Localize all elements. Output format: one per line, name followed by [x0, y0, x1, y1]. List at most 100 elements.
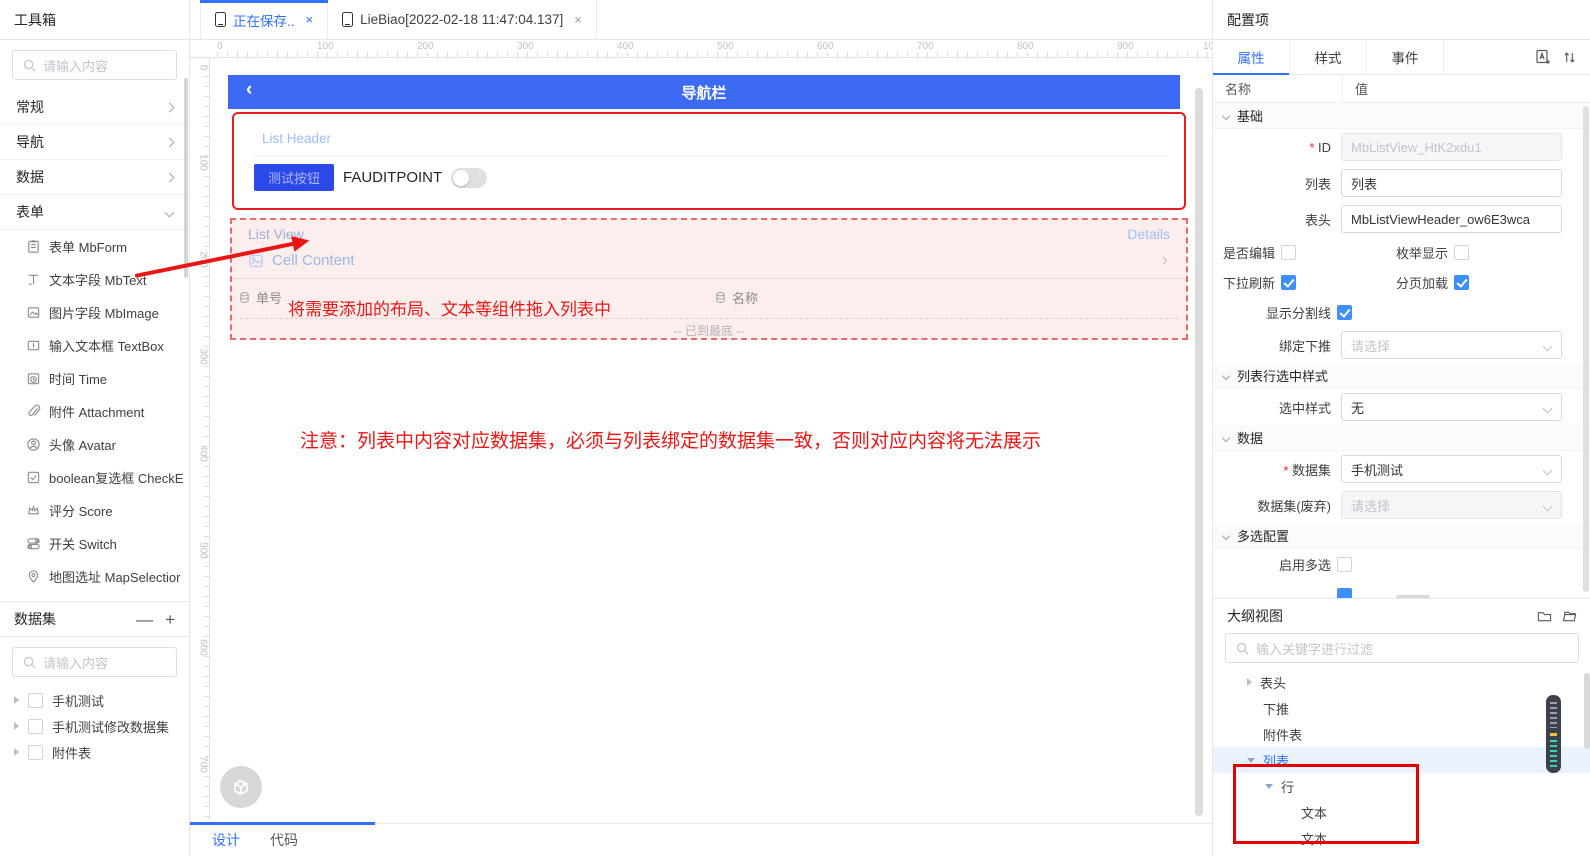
- outline-node-attachment-table[interactable]: 附件表: [1213, 721, 1590, 747]
- collapse-datasets-button[interactable]: —: [136, 611, 153, 628]
- enable-multi-checkbox[interactable]: [1337, 557, 1352, 572]
- toolbox-group-navigation[interactable]: 导航: [0, 125, 189, 160]
- add-dataset-button[interactable]: +: [165, 611, 175, 628]
- outline-node-row[interactable]: 行: [1213, 773, 1590, 799]
- tab-events[interactable]: 事件: [1367, 40, 1444, 74]
- editor-tab-saving[interactable]: 正在保存.. ×: [200, 0, 328, 39]
- tool-item-time[interactable]: 时间 Time: [0, 362, 189, 395]
- collapsed-caret-icon[interactable]: [1247, 678, 1252, 686]
- design-canvas-area: 正在保存.. × LieBiao[2022-02-18 11:47:04.137…: [190, 0, 1212, 856]
- widget-fab-button[interactable]: [220, 766, 262, 808]
- image-field-icon: [26, 305, 41, 320]
- database-icon: [238, 291, 251, 304]
- tab-styles[interactable]: 样式: [1290, 40, 1367, 74]
- datasets-search-input[interactable]: 请输入内容: [12, 647, 177, 677]
- id-input[interactable]: MbListView_HtK2xdu1: [1341, 133, 1562, 161]
- expand-caret-icon[interactable]: [14, 748, 19, 756]
- datasets-header: 数据集 — +: [0, 601, 189, 637]
- dataset-item[interactable]: 手机测试修改数据集: [0, 713, 189, 739]
- property-row-edit-enum: 是否编辑 枚举显示: [1213, 237, 1590, 267]
- property-row-list: 列表 列表: [1213, 165, 1590, 201]
- tool-item-mbform[interactable]: 表单 MbForm: [0, 230, 189, 263]
- section-basic[interactable]: 基础: [1213, 103, 1590, 129]
- list-header-selection-box[interactable]: List Header 测试按钮 FAUDITPOINT: [232, 112, 1186, 210]
- outline-node-pushdown[interactable]: 下推: [1213, 695, 1590, 721]
- search-icon: [23, 59, 36, 72]
- tool-item-mbimage[interactable]: 图片字段 MbImage: [0, 296, 189, 329]
- expanded-caret-icon[interactable]: [1247, 758, 1255, 763]
- list-view-region[interactable]: List View Details Cell Content › 单号 名称 -…: [230, 218, 1188, 340]
- pull-refresh-checkbox[interactable]: [1281, 275, 1296, 290]
- property-row-refresh-page: 下拉刷新 分页加载: [1213, 267, 1590, 297]
- outline-filter-input[interactable]: 输入关键字进行过滤: [1225, 633, 1579, 663]
- dataset-select[interactable]: 手机测试: [1341, 455, 1562, 483]
- outline-node-header[interactable]: 表头: [1213, 669, 1590, 695]
- header-id-input[interactable]: MbListViewHeader_ow6E3wca: [1341, 205, 1562, 233]
- dataset-item[interactable]: 附件表: [0, 739, 189, 765]
- show-divider-checkbox[interactable]: [1337, 305, 1352, 320]
- expand-all-folder-icon[interactable]: [1562, 609, 1577, 623]
- bound-field-mingcheng[interactable]: 名称: [714, 288, 758, 307]
- expanded-caret-icon[interactable]: [1265, 784, 1273, 789]
- bind-pushdown-select[interactable]: 请选择: [1341, 331, 1562, 359]
- close-tab-icon[interactable]: ×: [306, 12, 314, 27]
- tool-item-mbtext[interactable]: 文本字段 MbText: [0, 263, 189, 296]
- tool-item-mapselection[interactable]: 地图选址 MapSelectior: [0, 560, 189, 593]
- bound-field-danhao[interactable]: 单号: [238, 288, 282, 307]
- dataset-checkbox[interactable]: [28, 745, 43, 760]
- tool-item-score[interactable]: 评分 Score: [0, 494, 189, 527]
- sort-arrows-icon[interactable]: [1563, 50, 1576, 65]
- fauditpoint-toggle[interactable]: [451, 168, 487, 188]
- dataset-checkbox[interactable]: [28, 693, 43, 708]
- outline-node-text[interactable]: 文本: [1213, 825, 1590, 851]
- outline-title: 大纲视图: [1227, 606, 1283, 626]
- tool-item-avatar[interactable]: 头像 Avatar: [0, 428, 189, 461]
- dataset-item[interactable]: 手机测试: [0, 687, 189, 713]
- chevron-down-icon: [1222, 111, 1230, 119]
- outline-panel: 大纲视图 输入关键字进行过滤 表头 下推 附件表 列表 行 文本 文本: [1213, 598, 1590, 856]
- toolbox-group-general[interactable]: 常规: [0, 90, 189, 125]
- enum-display-checkbox[interactable]: [1454, 245, 1469, 260]
- switch-icon: [26, 536, 41, 551]
- editor-tab-liebiao[interactable]: LieBiao[2022-02-18 11:47:04.137] ×: [328, 0, 597, 39]
- cell-content-placeholder[interactable]: Cell Content: [248, 252, 355, 269]
- section-row-select-style[interactable]: 列表行选中样式: [1213, 363, 1590, 389]
- tab-code[interactable]: 代码: [270, 830, 298, 850]
- scroll-minimap-widget[interactable]: [1546, 695, 1561, 773]
- tab-design[interactable]: 设计: [212, 830, 240, 850]
- expand-caret-icon[interactable]: [14, 696, 19, 704]
- tool-item-textbox[interactable]: 输入文本框 TextBox: [0, 329, 189, 362]
- chevron-right-icon: ›: [1162, 250, 1168, 272]
- outline-scrollbar[interactable]: [1584, 673, 1590, 749]
- toolbox-scrollbar[interactable]: [184, 78, 188, 278]
- toolbox-search-input[interactable]: 请输入内容: [12, 50, 177, 80]
- expand-caret-icon[interactable]: [14, 722, 19, 730]
- editable-checkbox[interactable]: [1281, 245, 1296, 260]
- close-tab-icon[interactable]: ×: [574, 12, 582, 27]
- collapse-all-folder-icon[interactable]: [1537, 609, 1552, 623]
- chevron-right-icon: [165, 137, 175, 147]
- tab-properties[interactable]: 属性: [1213, 40, 1290, 74]
- outline-node-text[interactable]: 文本: [1213, 799, 1590, 825]
- section-multi-select[interactable]: 多选配置: [1213, 523, 1590, 549]
- tool-item-checkbox[interactable]: boolean复选框 CheckE: [0, 461, 189, 494]
- property-row-dataset-deprecated: 数据集(废弃) 请选择: [1213, 487, 1590, 523]
- toolbox-group-form[interactable]: 表单: [0, 195, 189, 230]
- horizontal-ruler: 0100 200300 400500 600700 800900 1000: [190, 40, 1212, 58]
- page-load-checkbox[interactable]: [1454, 275, 1469, 290]
- canvas-scrollbar[interactable]: [1195, 88, 1203, 816]
- outline-node-list[interactable]: 列表: [1213, 747, 1590, 773]
- list-name-input[interactable]: 列表: [1341, 169, 1562, 197]
- section-data[interactable]: 数据: [1213, 425, 1590, 451]
- text-field-icon: [26, 272, 41, 287]
- tool-item-switch[interactable]: 开关 Switch: [0, 527, 189, 560]
- tool-item-attachment[interactable]: 附件 Attachment: [0, 395, 189, 428]
- add-field-icon[interactable]: [1535, 49, 1551, 65]
- back-chevron-icon[interactable]: ‹: [246, 79, 252, 101]
- selected-style-select[interactable]: 无: [1341, 393, 1562, 421]
- inspector-scrollbar[interactable]: [1583, 106, 1589, 592]
- toolbox-group-data[interactable]: 数据: [0, 160, 189, 195]
- dataset-checkbox[interactable]: [28, 719, 43, 734]
- dataset-deprecated-select[interactable]: 请选择: [1341, 491, 1562, 519]
- test-button[interactable]: 测试按钮: [254, 164, 334, 191]
